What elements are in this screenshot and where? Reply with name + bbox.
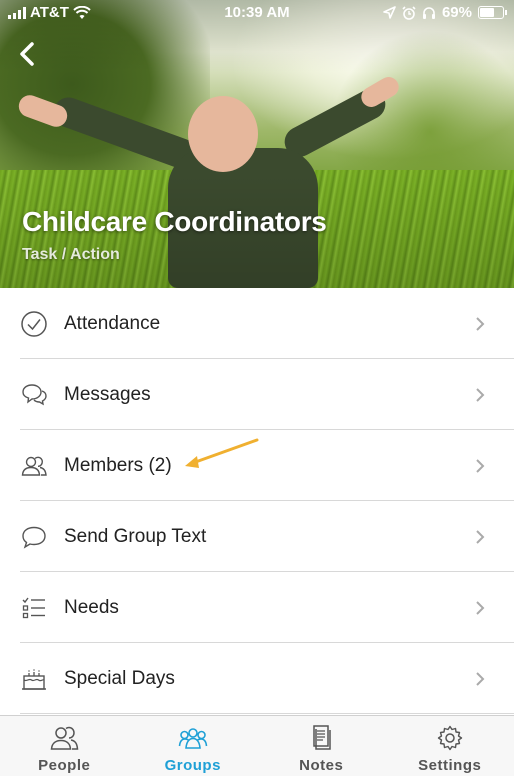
menu-item-messages[interactable]: Messages bbox=[0, 359, 514, 430]
location-icon bbox=[383, 6, 396, 19]
chevron-right-icon bbox=[476, 458, 485, 473]
tab-label: Groups bbox=[164, 757, 221, 774]
people-icon bbox=[50, 726, 79, 750]
tab-notes[interactable]: Notes bbox=[257, 716, 386, 776]
group-header-image bbox=[0, 0, 514, 288]
status-bar: AT&T 10:39 AM 69% bbox=[0, 0, 514, 26]
chevron-right-icon bbox=[476, 600, 485, 615]
tab-bar: People Groups Notes Settings bbox=[0, 715, 514, 776]
battery-icon bbox=[478, 6, 507, 19]
tab-settings[interactable]: Settings bbox=[386, 716, 514, 776]
group-type: Task / Action bbox=[22, 246, 120, 263]
tab-groups[interactable]: Groups bbox=[129, 716, 258, 776]
menu-item-label: Attendance bbox=[64, 312, 161, 334]
back-button[interactable] bbox=[14, 40, 42, 68]
chevron-right-icon bbox=[476, 387, 485, 402]
battery-percent: 69% bbox=[441, 4, 472, 21]
tab-label: Settings bbox=[418, 757, 482, 774]
cake-icon bbox=[22, 669, 46, 690]
members-icon bbox=[21, 456, 47, 476]
group-title: Childcare Coordinators bbox=[22, 206, 327, 237]
menu-item-label: Members (2) bbox=[64, 454, 172, 476]
menu-item-members[interactable]: Members (2) bbox=[0, 430, 514, 501]
menu-item-send-group-text[interactable]: Send Group Text bbox=[0, 501, 514, 572]
menu-item-label: Special Days bbox=[64, 667, 175, 689]
alarm-icon bbox=[402, 5, 416, 20]
menu-item-label: Send Group Text bbox=[64, 525, 207, 547]
menu-item-needs[interactable]: Needs bbox=[0, 572, 514, 643]
menu-item-label: Messages bbox=[64, 383, 151, 405]
back-chevron-icon bbox=[20, 42, 34, 66]
image-shade bbox=[0, 0, 514, 288]
gear-icon bbox=[437, 725, 462, 751]
notes-icon bbox=[313, 725, 331, 750]
chevron-right-icon bbox=[476, 671, 485, 686]
menu-item-attendance[interactable]: Attendance bbox=[0, 288, 514, 359]
chevron-right-icon bbox=[476, 529, 485, 544]
menu-item-special-days[interactable]: Special Days bbox=[0, 643, 514, 714]
group-menu: Attendance Messages Members (2) Send Gro… bbox=[0, 288, 514, 714]
chat-bubbles-icon bbox=[22, 383, 47, 405]
tab-people[interactable]: People bbox=[0, 716, 129, 776]
check-circle-icon bbox=[21, 310, 47, 337]
tab-label: Notes bbox=[299, 757, 344, 774]
checklist-icon bbox=[22, 597, 45, 618]
menu-item-label: Needs bbox=[64, 596, 119, 618]
tab-label: People bbox=[38, 757, 91, 774]
groups-icon bbox=[178, 728, 208, 749]
chevron-right-icon bbox=[476, 316, 485, 331]
headphones-icon bbox=[422, 6, 435, 19]
speech-bubble-icon bbox=[22, 526, 46, 549]
divider bbox=[20, 713, 514, 714]
